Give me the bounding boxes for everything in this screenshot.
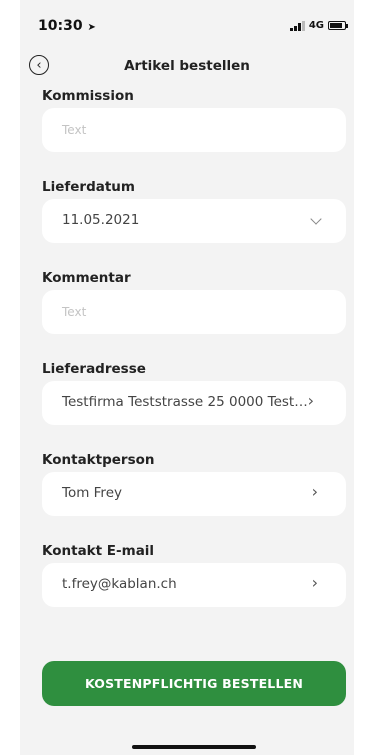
kommission-label: Kommission	[42, 88, 134, 104]
kommentar-input[interactable]: Text	[42, 290, 346, 334]
lieferadresse-label: Lieferadresse	[42, 361, 146, 377]
chevron-down-icon	[310, 213, 322, 225]
page-title: Artikel bestellen	[124, 58, 250, 74]
nav-bar: ‹ Artikel bestellen	[20, 52, 354, 82]
home-indicator[interactable]	[132, 745, 256, 749]
kontakt-email-row[interactable]: t.frey@kablan.ch ›	[42, 563, 346, 607]
location-arrow-icon: ➤	[87, 22, 96, 33]
status-time: 10:30 ➤	[38, 18, 96, 34]
chevron-right-icon: ›	[307, 391, 314, 410]
kontaktperson-row[interactable]: Tom Frey ›	[42, 472, 346, 516]
kommentar-label: Kommentar	[42, 270, 131, 286]
lieferdatum-select[interactable]: 11.05.2021	[42, 199, 346, 243]
lieferadresse-value: Testfirma Teststrasse 25 0000 Test…	[62, 394, 308, 410]
kommission-placeholder: Text	[62, 123, 87, 137]
status-indicators: 4G	[289, 20, 348, 31]
app-screen: 10:30 ➤ 4G ‹ Artikel bestellen Kommissio…	[20, 0, 354, 755]
network-type: 4G	[308, 20, 324, 31]
status-bar: 10:30 ➤ 4G	[20, 0, 354, 50]
order-button[interactable]: KOSTENPFLICHTIG BESTELLEN	[42, 661, 346, 706]
kontakt-email-value: t.frey@kablan.ch	[62, 576, 177, 592]
kontaktperson-label: Kontaktperson	[42, 452, 155, 468]
chevron-right-icon: ›	[311, 482, 318, 501]
kommission-input[interactable]: Text	[42, 108, 346, 152]
lieferadresse-row[interactable]: Testfirma Teststrasse 25 0000 Test… ›	[42, 381, 346, 425]
lieferdatum-value: 11.05.2021	[62, 212, 140, 228]
kontakt-email-label: Kontakt E-mail	[42, 543, 155, 559]
chevron-right-icon: ›	[311, 573, 318, 592]
kommentar-placeholder: Text	[62, 305, 87, 319]
battery-icon	[328, 21, 348, 30]
lieferdatum-label: Lieferdatum	[42, 179, 135, 195]
kontaktperson-value: Tom Frey	[62, 485, 122, 501]
signal-icon	[289, 20, 305, 31]
